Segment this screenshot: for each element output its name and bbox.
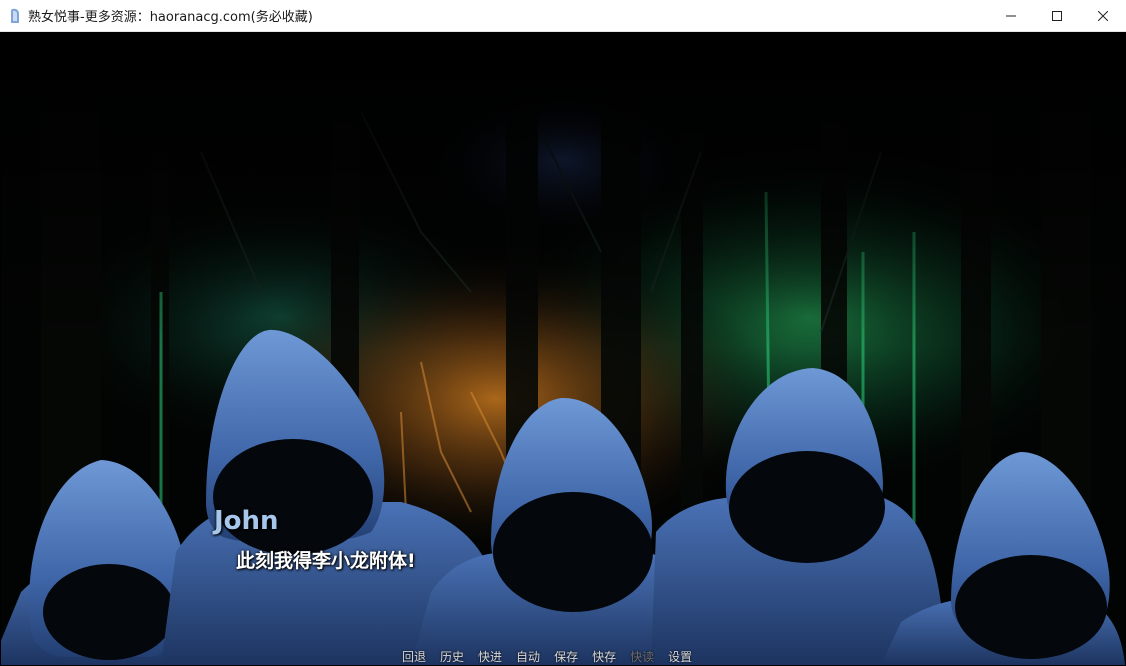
quick-menu-auto[interactable]: 自动 bbox=[509, 648, 547, 665]
minimize-icon bbox=[1006, 15, 1016, 17]
quick-menu-settings[interactable]: 设置 bbox=[661, 648, 699, 665]
quick-menu-rollback[interactable]: 回退 bbox=[395, 648, 433, 665]
maximize-icon bbox=[1052, 11, 1062, 21]
quick-menu-history[interactable]: 历史 bbox=[433, 648, 471, 665]
window-title: 熟女悦事-更多资源：haoranacg.com(务必收藏) bbox=[28, 10, 313, 25]
forest-background bbox=[1, 32, 1125, 665]
window-controls bbox=[988, 0, 1126, 32]
quick-menu-skip[interactable]: 快进 bbox=[471, 648, 509, 665]
game-scene[interactable]: John 此刻我得李小龙附体! 回退 历史 快进 自动 保存 快存 快读 设置 bbox=[1, 32, 1125, 665]
quick-menu-save[interactable]: 保存 bbox=[547, 648, 585, 665]
speaker-name: John bbox=[214, 506, 279, 536]
quick-menu: 回退 历史 快进 自动 保存 快存 快读 设置 bbox=[395, 648, 699, 665]
app-icon bbox=[11, 8, 19, 23]
dialogue-text: 此刻我得李小龙附体! bbox=[236, 550, 416, 572]
quick-menu-quicksave[interactable]: 快存 bbox=[585, 648, 623, 665]
maximize-button[interactable] bbox=[1034, 0, 1080, 32]
game-window: 熟女悦事-更多资源：haoranacg.com(务必收藏) John 此刻我得李… bbox=[0, 0, 1126, 666]
minimize-button[interactable] bbox=[988, 0, 1034, 32]
close-button[interactable] bbox=[1080, 0, 1126, 32]
close-icon bbox=[1098, 11, 1108, 21]
quick-menu-quickload: 快读 bbox=[630, 650, 655, 664]
title-bar[interactable]: 熟女悦事-更多资源：haoranacg.com(务必收藏) bbox=[0, 0, 1126, 32]
